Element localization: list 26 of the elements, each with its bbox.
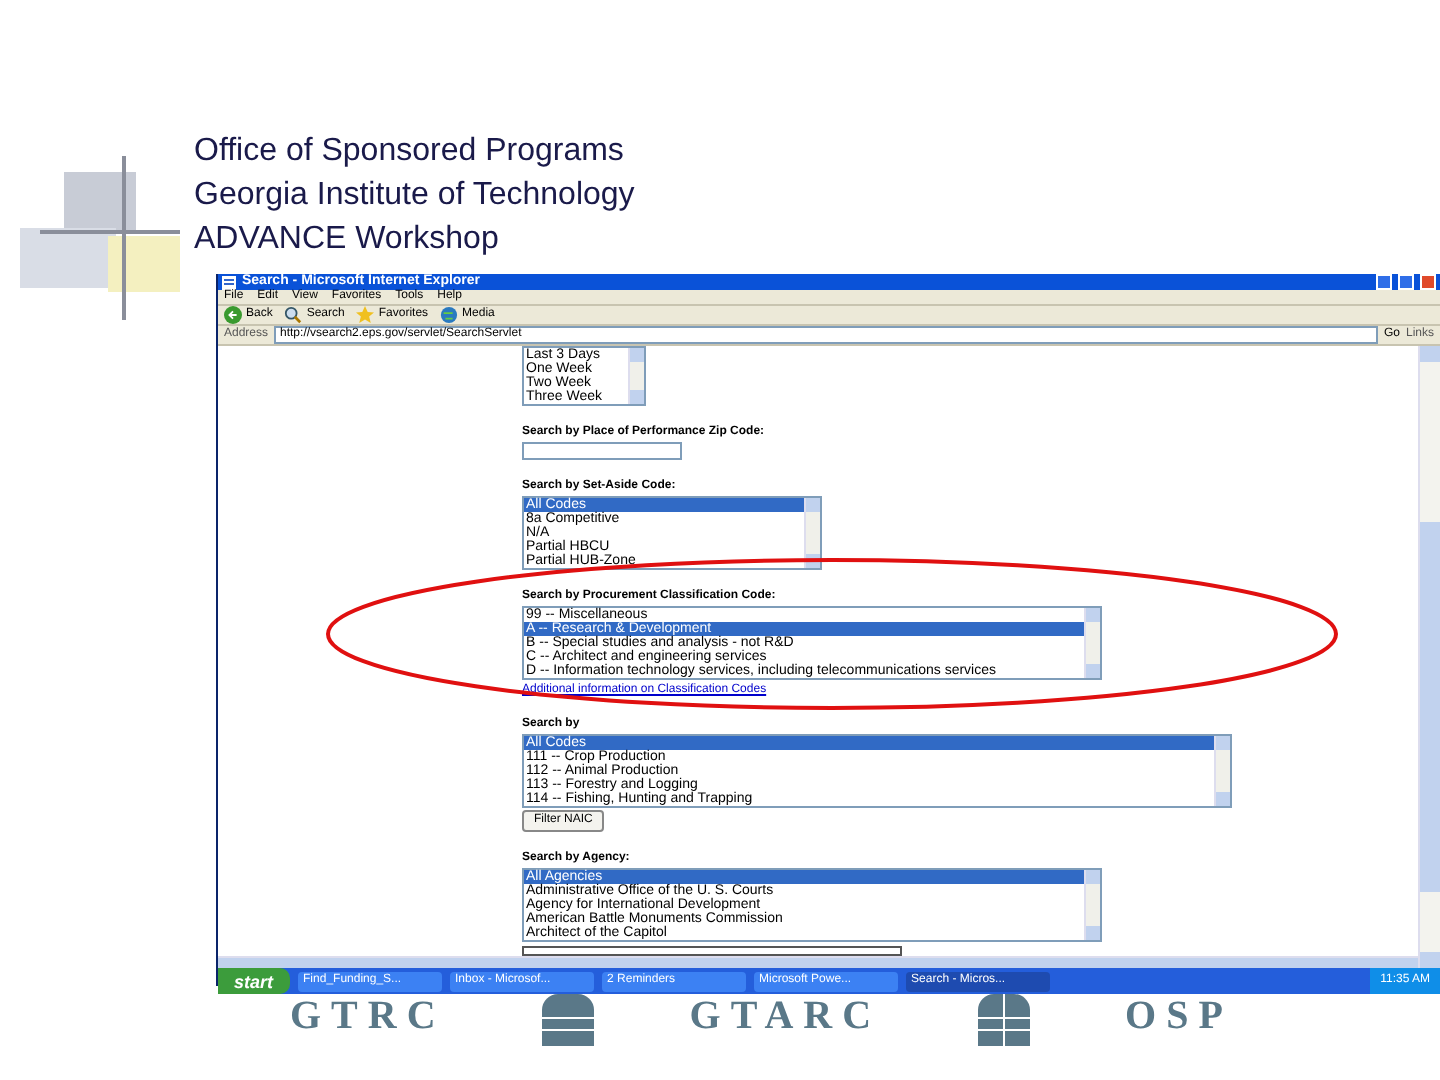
vertical-scrollbar[interactable] <box>1418 346 1440 968</box>
maximize-button[interactable] <box>1398 274 1414 290</box>
globe-icon <box>440 306 459 324</box>
scrollbar[interactable] <box>628 348 644 404</box>
slide-heading-line: ADVANCE Workshop <box>194 220 501 260</box>
search-icon <box>284 306 303 324</box>
list-box[interactable] <box>522 606 1102 680</box>
slide-heading-line: Georgia Institute of Technology <box>194 176 637 216</box>
browser-icon <box>222 275 236 289</box>
minimize-button[interactable] <box>1376 274 1392 290</box>
scrollbar[interactable] <box>1084 608 1100 678</box>
close-button[interactable] <box>1420 274 1436 290</box>
logo-text: GTARC <box>689 994 882 1038</box>
building-icon <box>541 994 594 1046</box>
scrollbar[interactable] <box>1214 736 1230 806</box>
back-arrow-icon <box>224 306 242 324</box>
slide-heading-line: Office of Sponsored Programs <box>194 132 626 172</box>
horizontal-scrollbar[interactable] <box>218 956 1418 968</box>
scrollbar[interactable] <box>804 498 820 568</box>
building-icon <box>977 994 1030 1046</box>
logo-text: GTRC <box>290 994 446 1038</box>
scrollbar[interactable] <box>1084 870 1100 940</box>
logo-text: OSP <box>1125 994 1233 1038</box>
zip-code-field[interactable] <box>522 442 682 460</box>
dropdown-field[interactable] <box>522 946 902 956</box>
star-icon <box>356 306 375 324</box>
